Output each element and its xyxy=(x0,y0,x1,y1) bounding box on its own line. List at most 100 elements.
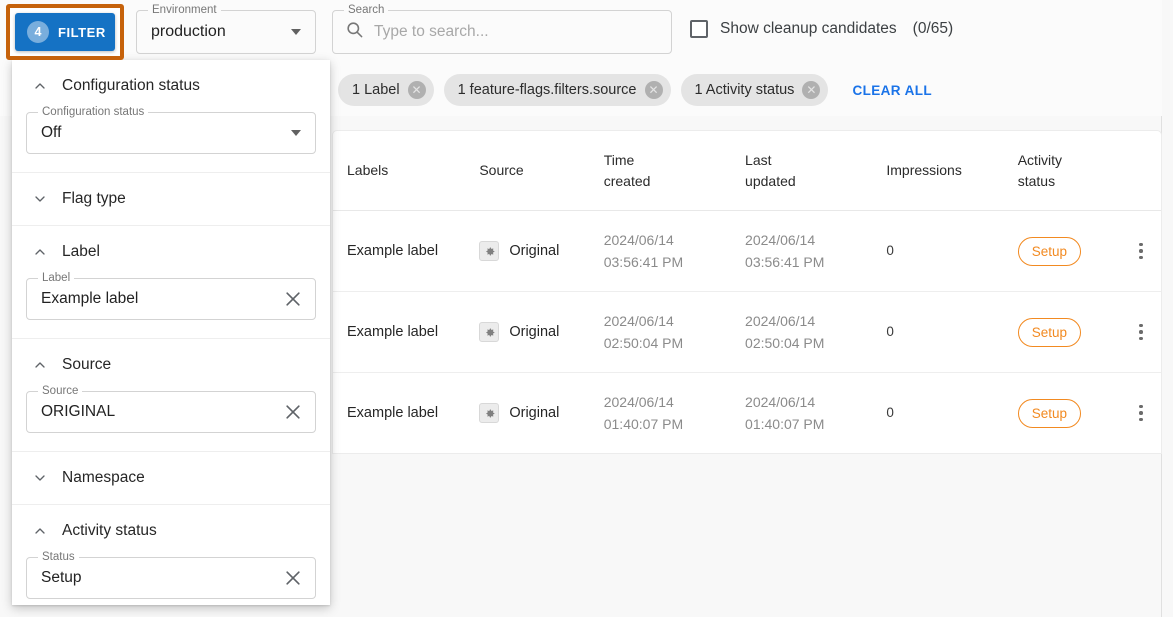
updated-time: 03:56:41 PM xyxy=(745,254,825,270)
table-header-row: Labels Source Time created Last updated … xyxy=(333,131,1161,211)
filter-section-header[interactable]: Configuration status xyxy=(12,60,330,112)
impressions-value: 0 xyxy=(886,324,894,339)
close-circle-icon[interactable]: ✕ xyxy=(802,81,821,99)
cell-labels: Example label xyxy=(347,323,479,341)
cell-impressions: 0 xyxy=(886,404,1017,422)
impressions-value: 0 xyxy=(886,405,894,420)
created-time: 03:56:41 PM xyxy=(603,254,684,270)
status-badge[interactable]: Setup xyxy=(1017,317,1081,347)
field-legend: Label xyxy=(38,272,75,285)
column-header-line2: status xyxy=(1017,172,1056,189)
cleanup-count: (0/65) xyxy=(912,20,954,37)
environment-select[interactable]: Environment production xyxy=(136,4,316,54)
cell-time-created: 2024/06/14 01:40:07 PM xyxy=(604,391,745,435)
filter-section-header[interactable]: Activity status xyxy=(12,505,330,557)
filter-section-configuration-status: Configuration status Configuration statu… xyxy=(12,60,330,173)
close-icon[interactable] xyxy=(283,289,303,309)
row-source-name: Original xyxy=(509,405,560,421)
column-header-line2: updated xyxy=(745,172,796,189)
chevron-up-icon xyxy=(32,357,48,373)
row-source-name: Original xyxy=(509,324,560,340)
filter-section-body: Configuration status Off xyxy=(12,106,330,172)
flags-table: Labels Source Time created Last updated … xyxy=(332,130,1162,454)
configuration-status-select[interactable]: Configuration status Off xyxy=(26,106,316,154)
row-label: Example label xyxy=(347,405,439,421)
search-input[interactable]: Search Type to search... xyxy=(332,4,672,54)
search-legend: Search xyxy=(344,4,389,17)
filter-section-namespace: Namespace xyxy=(12,452,330,505)
filter-section-header[interactable]: Label xyxy=(12,226,330,278)
column-header-line1: Labels xyxy=(347,162,389,178)
created-time: 01:40:07 PM xyxy=(603,416,684,432)
impressions-value: 0 xyxy=(886,243,894,258)
column-header-line2: created xyxy=(603,172,651,189)
kebab-menu-icon[interactable] xyxy=(1139,323,1143,341)
cell-menu xyxy=(1121,242,1161,260)
column-header-last-updated: Last updated xyxy=(745,150,886,192)
clear-all-button[interactable]: CLEAR ALL xyxy=(852,83,932,98)
created-date: 2024/06/14 xyxy=(603,232,674,248)
column-header-source: Source xyxy=(479,160,603,181)
cell-last-updated: 2024/06/14 03:56:41 PM xyxy=(745,229,886,273)
filter-section-title: Configuration status xyxy=(62,77,200,94)
filter-section-activity-status: Activity status Status Setup xyxy=(12,505,330,605)
label-filter-field[interactable]: Label Example label xyxy=(26,272,316,320)
search-placeholder: Type to search... xyxy=(374,23,489,40)
cell-labels: Example label xyxy=(347,242,479,260)
filter-button[interactable]: 4 FILTER xyxy=(15,13,115,51)
status-badge[interactable]: Setup xyxy=(1017,398,1081,428)
cleanup-candidates-toggle[interactable]: Show cleanup candidates (0/65) xyxy=(690,20,953,38)
activity-status-filter-field[interactable]: Status Setup xyxy=(26,551,316,599)
table-row[interactable]: Example label Original 2024/06/14 03:56:… xyxy=(333,211,1161,292)
chevron-down-icon xyxy=(32,191,48,207)
column-header-impressions: Impressions xyxy=(886,160,1017,181)
kebab-menu-icon[interactable] xyxy=(1139,242,1143,260)
filter-button-highlight: 4 FILTER xyxy=(6,4,124,60)
filter-section-header[interactable]: Flag type xyxy=(12,173,330,225)
filter-section-header[interactable]: Source xyxy=(12,339,330,391)
cell-last-updated: 2024/06/14 02:50:04 PM xyxy=(745,310,886,354)
chevron-down-icon xyxy=(291,130,301,136)
kebab-menu-icon[interactable] xyxy=(1139,404,1143,422)
column-header-line1: Last xyxy=(745,151,772,168)
filter-panel: Configuration status Configuration statu… xyxy=(12,60,330,605)
chip-label: 1 feature-flags.filters.source xyxy=(457,82,637,98)
filter-section-source: Source Source ORIGINAL xyxy=(12,339,330,452)
close-icon[interactable] xyxy=(283,402,303,422)
table-row[interactable]: Example label Original 2024/06/14 01:40:… xyxy=(333,373,1161,453)
filter-section-flag-type: Flag type xyxy=(12,173,330,226)
close-icon[interactable] xyxy=(283,568,303,588)
environment-value: production xyxy=(151,23,226,40)
chevron-up-icon xyxy=(32,78,48,94)
status-badge[interactable]: Setup xyxy=(1017,236,1081,266)
cell-time-created: 2024/06/14 02:50:04 PM xyxy=(604,310,745,354)
filter-section-title: Flag type xyxy=(62,190,126,207)
filter-chip[interactable]: 1 feature-flags.filters.source ✕ xyxy=(443,74,671,106)
close-circle-icon[interactable]: ✕ xyxy=(644,81,663,99)
column-header-line1: Impressions xyxy=(886,162,962,178)
cleanup-checkbox[interactable] xyxy=(690,20,708,38)
filter-chip[interactable]: 1 Activity status ✕ xyxy=(680,74,829,106)
cell-source: Original xyxy=(479,403,603,423)
search-icon xyxy=(345,20,364,44)
filter-section-header[interactable]: Namespace xyxy=(12,452,330,504)
column-header-time-created: Time created xyxy=(604,150,745,192)
cell-activity-status: Setup xyxy=(1017,236,1121,266)
gear-icon xyxy=(479,403,500,423)
cell-impressions: 0 xyxy=(886,242,1017,260)
cell-menu xyxy=(1121,323,1161,341)
filter-section-title: Source xyxy=(62,356,112,373)
filter-section-body: Source ORIGINAL xyxy=(12,385,330,451)
close-circle-icon[interactable]: ✕ xyxy=(407,81,426,99)
cell-activity-status: Setup xyxy=(1017,317,1121,347)
field-value: Setup xyxy=(41,569,82,586)
column-header-line1: Source xyxy=(479,162,524,178)
source-filter-field[interactable]: Source ORIGINAL xyxy=(26,385,316,433)
chevron-up-icon xyxy=(32,244,48,260)
gear-icon xyxy=(479,322,500,342)
filter-chip[interactable]: 1 Label ✕ xyxy=(338,74,434,106)
table-row[interactable]: Example label Original 2024/06/14 02:50:… xyxy=(333,292,1161,373)
app-root: Environment production Search Type to se… xyxy=(0,0,1173,617)
chevron-down-icon xyxy=(291,29,301,35)
updated-date: 2024/06/14 xyxy=(745,313,816,329)
